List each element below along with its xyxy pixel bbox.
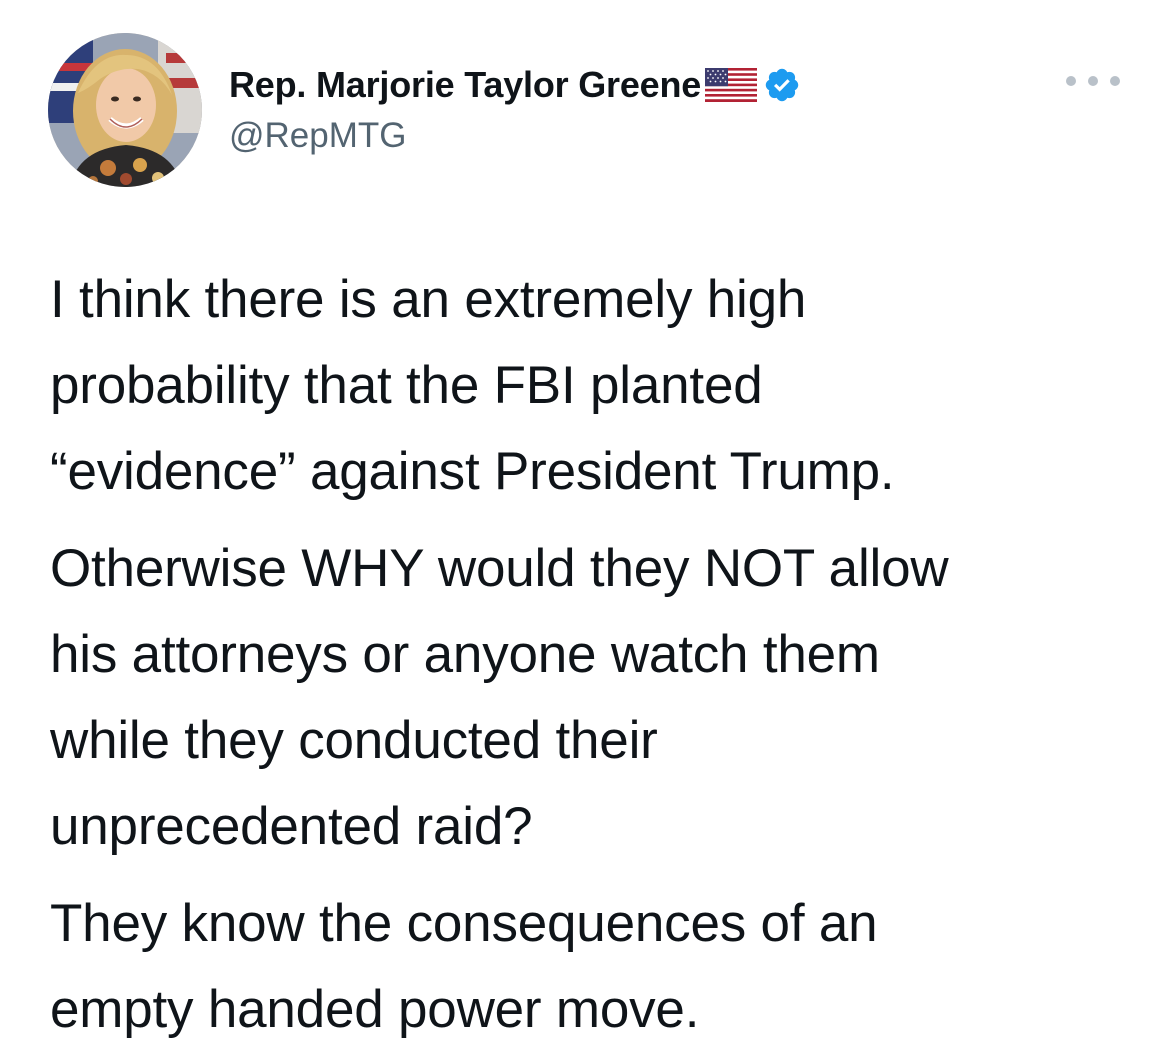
tweet-text: I think there is an extremely high proba… — [50, 257, 1145, 1053]
more-options-icon — [1066, 76, 1076, 86]
us-flag-icon — [705, 68, 758, 102]
tweet-card: Rep. Marjorie Taylor Greene @RepMTG I th… — [0, 0, 1151, 1057]
author-display-name[interactable]: Rep. Marjorie Taylor Greene — [229, 64, 701, 106]
verified-badge-icon[interactable] — [763, 66, 801, 104]
more-options-icon — [1110, 76, 1120, 86]
avatar-photo-icon — [48, 33, 202, 187]
author-handle[interactable]: @RepMTG — [229, 116, 407, 156]
author-name-row[interactable]: Rep. Marjorie Taylor Greene — [229, 62, 801, 108]
more-options-icon — [1088, 76, 1098, 86]
avatar[interactable] — [48, 33, 202, 187]
tweet-paragraph: Otherwise WHY would they NOT allow his a… — [50, 539, 949, 856]
tweet-paragraph: They know the consequences of an empty h… — [50, 894, 878, 1039]
tweet-paragraph: I think there is an extremely high proba… — [50, 270, 895, 501]
more-options-button[interactable] — [1066, 68, 1120, 94]
